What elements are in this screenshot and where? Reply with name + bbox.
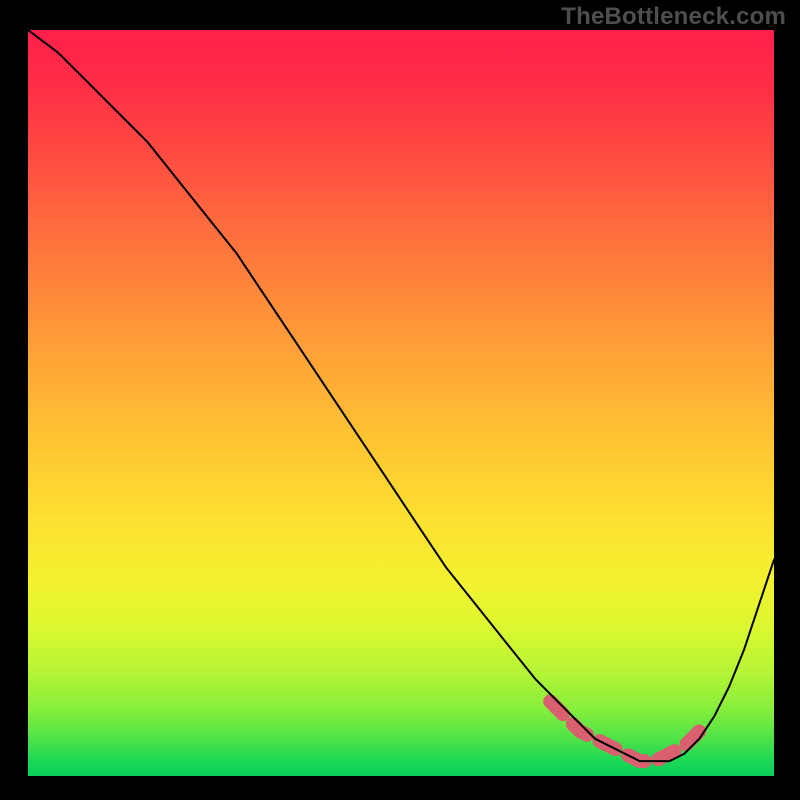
chart-frame: TheBottleneck.com xyxy=(0,0,800,800)
plot-area xyxy=(28,30,774,776)
watermark-text: TheBottleneck.com xyxy=(561,3,786,31)
curve-overlay xyxy=(28,30,774,776)
bottleneck-curve xyxy=(28,30,774,761)
highlight-segment xyxy=(550,701,699,761)
